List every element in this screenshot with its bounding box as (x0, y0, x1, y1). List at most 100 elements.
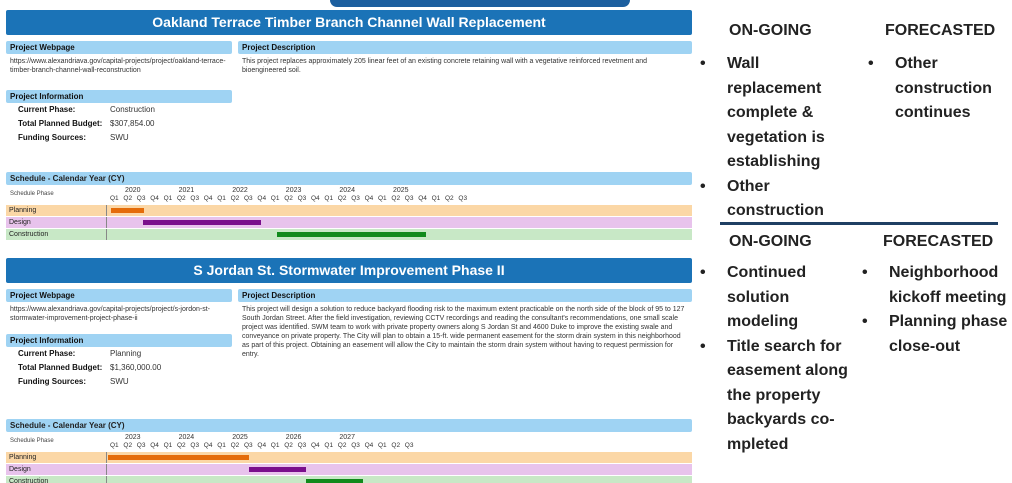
bullet-icon: • (862, 313, 868, 330)
schedule-row-planning: Planning (6, 205, 692, 216)
year-label: 2020 (125, 187, 141, 194)
status-item-text: Other construction (727, 177, 824, 220)
info-label: Current Phase: (18, 349, 76, 358)
schedule-grid: Schedule Phase 2023 2024 2025 2026 2027 Q1 Q2… (6, 434, 692, 483)
status-item-text: Wall replacement complete & vegetation i… (727, 55, 825, 170)
ongoing-heading: ON-GOING (729, 233, 812, 250)
info-row-funding: Funding Sources: SWU (6, 131, 232, 145)
info-row-budget: Total Planned Budget: $1,360,000.00 (6, 361, 232, 375)
info-heading: Project Information (6, 334, 232, 347)
status-item-text: Neighborhood kickoff meeting (889, 264, 1007, 306)
status-item: • Continued solution modeling (700, 261, 850, 335)
quarter-label: Q3 (190, 195, 200, 202)
quarter-label: Q1 (163, 442, 173, 449)
schedule-row-construction: Construction (6, 229, 692, 240)
info-row-budget: Total Planned Budget: $307,854.00 (6, 117, 232, 131)
ongoing-list: • Continued solution modeling • Title searc… (700, 261, 850, 457)
quarter-label: Q1 (217, 442, 226, 449)
year-label: 2025 (232, 434, 248, 441)
status-panel-2: ON-GOING FORECASTED • Continued solution … (700, 226, 1012, 483)
webpage-link[interactable]: https://www.alexandriava.gov/capital-pro… (6, 54, 232, 90)
schedule-row-design: Design (6, 217, 692, 228)
bullet-icon: • (868, 55, 874, 72)
quarter-label: Q4 (257, 442, 267, 449)
quarter-label: Q2 (284, 442, 293, 449)
quarter-label: Q3 (404, 195, 414, 202)
quarter-label: Q2 (177, 195, 186, 202)
project-card-1: Oakland Terrace Timber Branch Channel Wa… (6, 10, 692, 240)
right-column: Project Description This project replace… (238, 41, 692, 78)
info-label: Total Planned Budget: (18, 363, 103, 372)
quarter-label: Q2 (230, 442, 240, 449)
quarter-label: Q3 (351, 195, 360, 202)
year-label: 2025 (393, 187, 409, 194)
project-title: S Jordan St. Stormwater Improvement Phas… (6, 258, 692, 283)
phase-divider (106, 476, 107, 483)
year-label: 2027 (339, 434, 355, 441)
quarters-row: Q1 Q2 Q3 Q4 Q1 Q2 Q3 Q4 Q1 Q2 Q3 Q4 Q1 Q2 Q3 Q4 Q1 Q2 Q3 Q4… (108, 195, 692, 203)
status-item: • Neighborhood kickoff meeting (862, 261, 1012, 310)
info-row-phase: Current Phase: Construction (6, 103, 232, 117)
info-value: SWU (110, 377, 129, 386)
phase-label: Planning (9, 207, 37, 214)
bullet-icon: • (700, 337, 706, 355)
schedule-heading: Schedule - Calendar Year (CY) (6, 172, 692, 185)
ongoing-list: • Wall replacement complete & vegetation … (700, 52, 850, 224)
phase-divider (106, 229, 107, 240)
status-panel-1: ON-GOING FORECASTED • Wall replacement co… (700, 0, 1012, 222)
info-value: SWU (110, 133, 129, 142)
quarter-label: Q3 (136, 442, 146, 449)
left-column: Project Webpage https://www.alexandriava… (6, 289, 232, 389)
quarter-label: Q3 (404, 442, 414, 449)
description-heading: Project Description (238, 289, 692, 302)
schedule-section: Schedule - Calendar Year (CY) Schedule P… (6, 419, 692, 483)
description-heading: Project Description (238, 41, 692, 54)
phase-bar (111, 208, 145, 213)
quarter-label: Q1 (270, 195, 280, 202)
info-value: $307,854.00 (110, 119, 155, 128)
phase-bar (142, 220, 261, 225)
project-title: Oakland Terrace Timber Branch Channel Wa… (6, 10, 692, 35)
info-label: Funding Sources: (18, 133, 86, 142)
phase-divider (106, 205, 107, 216)
left-column: Project Webpage https://www.alexandriava… (6, 41, 232, 145)
quarter-label: Q1 (110, 195, 119, 202)
quarter-label: Q3 (297, 195, 307, 202)
phase-label: Design (9, 219, 31, 226)
webpage-link[interactable]: https://www.alexandriava.gov/capital-pro… (6, 302, 232, 334)
status-item-text: Planning phase close-out (889, 313, 1008, 355)
year-label: 2024 (178, 434, 195, 441)
phase-label: Planning (9, 454, 37, 461)
phase-bar (276, 232, 426, 237)
info-heading: Project Information (6, 90, 232, 103)
schedule-section: Schedule - Calendar Year (CY) Schedule P… (6, 172, 692, 240)
info-value: Construction (110, 105, 155, 114)
status-item: • Other construction continues (868, 52, 1012, 126)
phase-label: Construction (9, 231, 49, 238)
quarter-label: Q4 (150, 442, 159, 449)
webpage-heading: Project Webpage (6, 289, 232, 302)
info-value: Planning (110, 349, 142, 358)
quarter-label: Q2 (337, 195, 347, 202)
panel-separator (720, 222, 998, 225)
forecasted-heading: FORECASTED (883, 233, 994, 250)
ongoing-heading: ON-GOING (729, 22, 812, 39)
quarter-label: Q2 (337, 442, 347, 449)
status-item: • Planning phase close-out (862, 310, 1012, 359)
quarter-label: Q4 (418, 195, 427, 202)
quarter-label: Q3 (136, 195, 146, 202)
quarter-label: Q2 (284, 195, 293, 202)
schedule-row-construction: Construction (6, 476, 692, 483)
status-item-text: Title search for easement along the prop… (727, 337, 848, 453)
phase-label: Construction (9, 478, 49, 483)
phase-label: Design (9, 466, 31, 473)
quarter-label: Q4 (364, 195, 374, 202)
phase-bar (306, 479, 363, 483)
phase-divider (106, 464, 107, 475)
project-card-2: S Jordan St. Stormwater Improvement Phas… (6, 258, 692, 483)
year-label: 2021 (178, 187, 195, 194)
quarters-row: Q1 Q2 Q3 Q4 Q1 Q2 Q3 Q4 Q1 Q2 Q3 Q4 Q1 Q2 Q3 Q4 Q1 Q2 Q3 Q4… (108, 442, 692, 450)
description-text: This project will design a solution to r… (242, 306, 685, 358)
forecasted-heading: FORECASTED (885, 22, 996, 39)
quarter-label: Q3 (244, 195, 253, 202)
